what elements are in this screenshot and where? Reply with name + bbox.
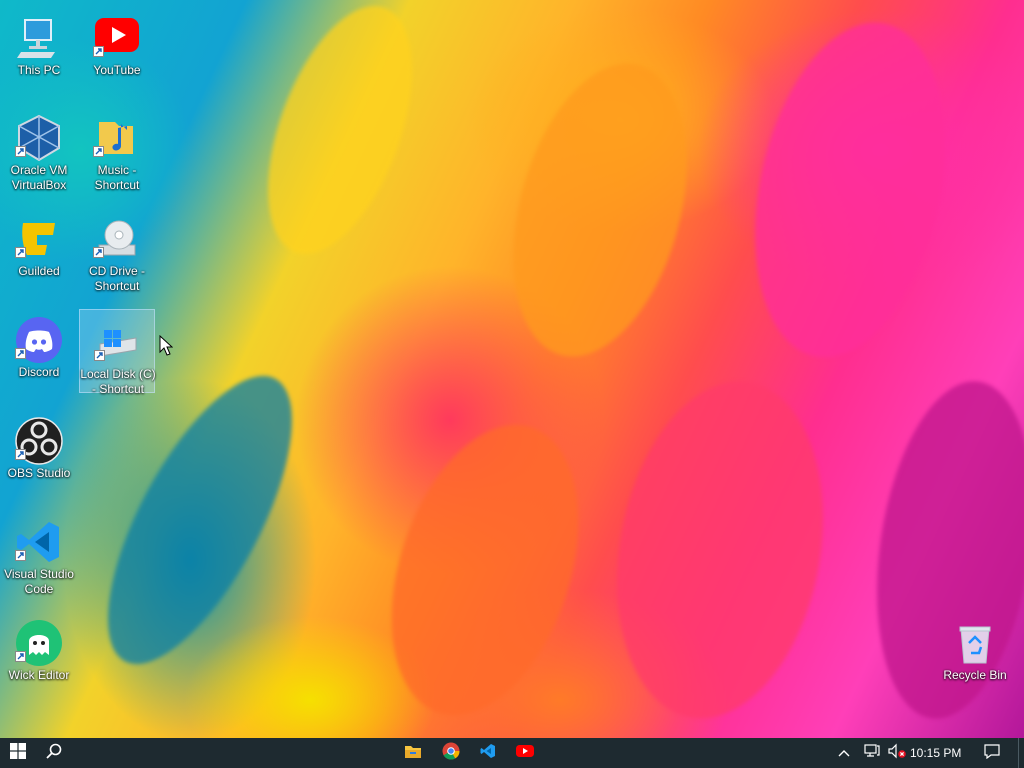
shortcut-arrow-icon — [15, 348, 26, 359]
tray-volume-button[interactable] — [884, 738, 910, 768]
taskbar-vscode[interactable] — [470, 738, 506, 768]
desktop-icon-virtualbox[interactable]: Oracle VM VirtualBox — [1, 106, 77, 192]
desktop-icon-wick-editor[interactable]: Wick Editor — [1, 611, 77, 695]
wallpaper-streak — [726, 5, 974, 375]
desktop-icon-obs-studio[interactable]: OBS Studio — [1, 409, 77, 493]
visual-studio-code-icon — [480, 743, 496, 764]
desktop-icon-this-pc[interactable]: This PC — [1, 6, 77, 90]
youtube-icon — [516, 744, 534, 763]
shortcut-arrow-icon — [93, 46, 104, 57]
desktop-icon-youtube[interactable]: YouTube — [79, 6, 155, 90]
taskbar-file-explorer[interactable] — [395, 738, 431, 768]
shortcut-arrow-icon — [15, 247, 26, 258]
shortcut-arrow-icon — [93, 146, 104, 157]
desktop-icon-cd-drive-shortcut[interactable]: CD Drive - Shortcut — [79, 207, 155, 293]
icon-label: Music - Shortcut — [94, 163, 140, 192]
start-button[interactable] — [0, 738, 36, 768]
icon-label: CD Drive - Shortcut — [89, 264, 145, 293]
taskbar-youtube[interactable] — [507, 738, 543, 768]
show-desktop-button[interactable] — [1018, 738, 1024, 768]
wallpaper-streak — [239, 0, 441, 273]
notification-icon — [983, 743, 1001, 764]
search-button[interactable] — [36, 738, 72, 768]
icon-label: Visual Studio Code — [4, 567, 74, 596]
shortcut-arrow-icon — [15, 146, 26, 157]
action-center-button[interactable] — [975, 738, 1009, 768]
volume-muted-icon — [888, 743, 906, 764]
desktop-icon-music-shortcut[interactable]: Music - Shortcut — [79, 106, 155, 192]
tray-network-button[interactable] — [860, 738, 884, 768]
search-icon — [46, 743, 62, 764]
wallpaper-streak — [71, 350, 329, 690]
icon-label: YouTube — [93, 63, 141, 77]
desktop-icon-vscode[interactable]: Visual Studio Code — [1, 510, 77, 596]
icon-label: Recycle Bin — [943, 668, 1007, 682]
computer-icon — [15, 14, 63, 62]
shortcut-arrow-icon — [94, 350, 105, 361]
icon-label: Local Disk (C) - Shortcut — [80, 367, 156, 396]
shortcut-arrow-icon — [15, 651, 26, 662]
shortcut-arrow-icon — [93, 247, 104, 258]
desktop-icon-recycle-bin[interactable]: Recycle Bin — [937, 611, 1013, 695]
mouse-cursor-icon — [159, 334, 174, 362]
taskbar: 10:15 PM — [0, 738, 1024, 768]
desktop-icon-guilded[interactable]: Guilded — [1, 207, 77, 291]
wallpaper-streak — [483, 44, 717, 376]
desktop-icon-local-disk-shortcut[interactable]: Local Disk (C) - Shortcut — [79, 309, 156, 396]
desktop-icon-discord[interactable]: Discord — [1, 308, 77, 392]
taskbar-chrome[interactable] — [433, 738, 469, 768]
chrome-icon — [442, 742, 460, 765]
icon-label: Wick Editor — [8, 668, 70, 682]
chevron-up-icon — [838, 744, 850, 762]
recycle-bin-icon — [951, 619, 999, 667]
icon-label: Guilded — [18, 264, 60, 278]
windows-logo-icon — [10, 742, 26, 764]
icon-label: OBS Studio — [7, 466, 71, 480]
desktop-wallpaper[interactable]: This PC Oracle VM VirtualBox Guilded Dis… — [0, 0, 1024, 738]
network-icon — [863, 743, 881, 764]
icon-label: Oracle VM VirtualBox — [10, 163, 68, 192]
shortcut-arrow-icon — [15, 550, 26, 561]
tray-show-hidden-button[interactable] — [832, 738, 856, 768]
icon-label: This PC — [17, 63, 61, 77]
clock[interactable]: 10:15 PM — [910, 738, 961, 768]
file-explorer-icon — [404, 743, 422, 764]
wallpaper-streak — [357, 401, 613, 738]
shortcut-arrow-icon — [15, 449, 26, 460]
icon-label: Discord — [18, 365, 60, 379]
wallpaper-streak — [591, 365, 849, 735]
